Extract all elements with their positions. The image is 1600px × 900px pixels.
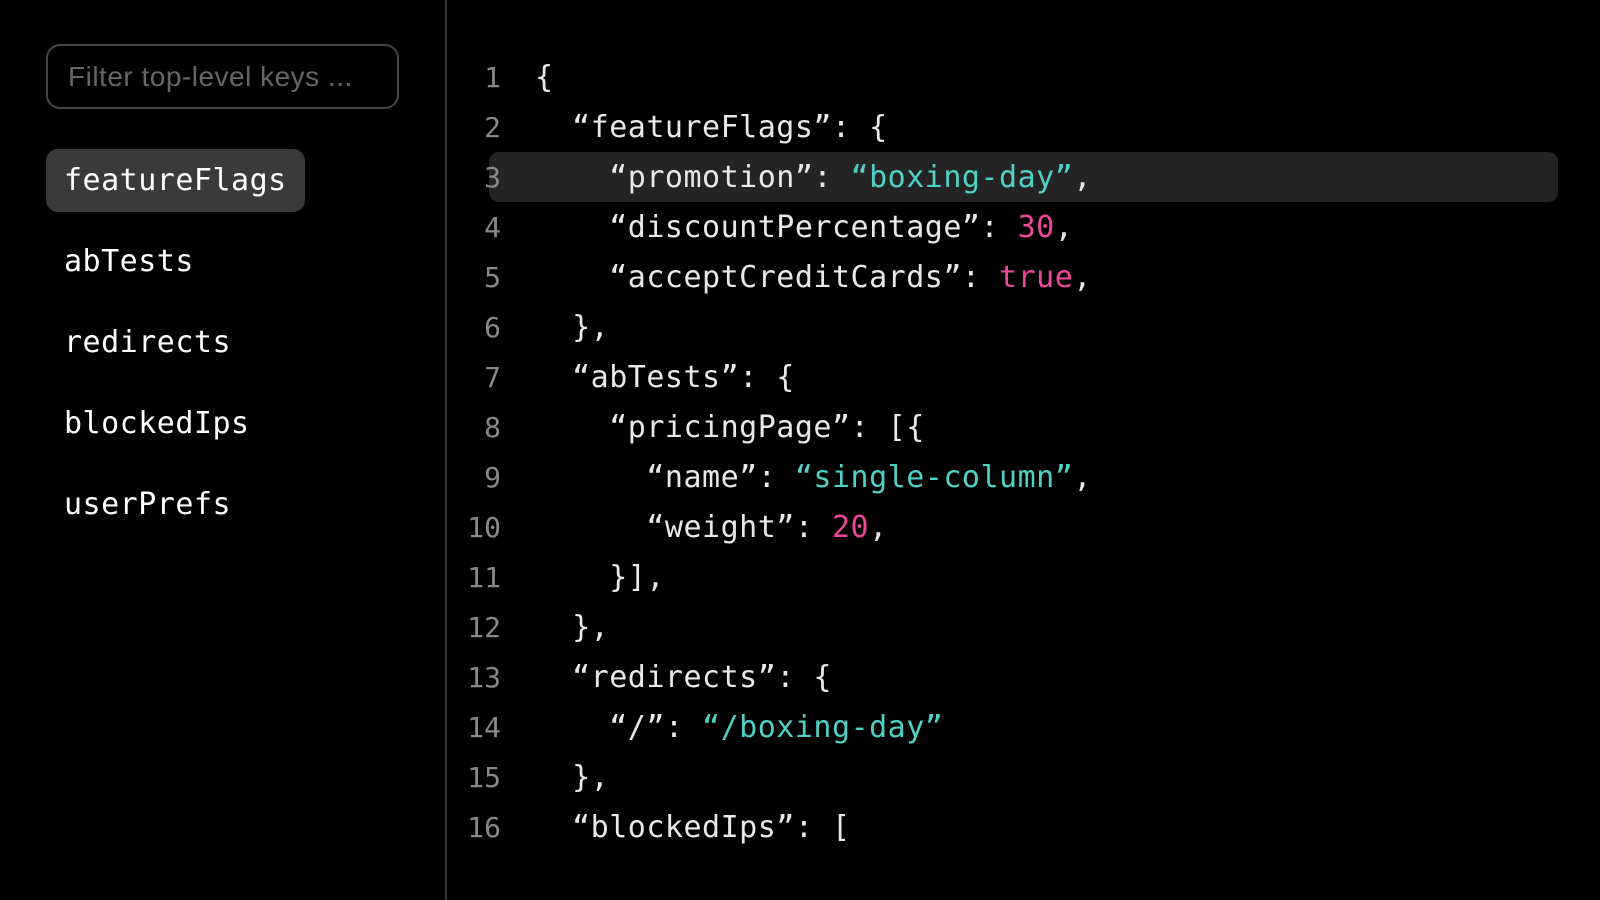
code-content: “acceptCreditCards”: true, [535, 260, 1092, 295]
line-number: 16 [447, 811, 535, 844]
line-number: 3 [447, 161, 535, 194]
code-line[interactable]: 13 “redirects”: { [447, 652, 1600, 702]
code-content: “redirects”: { [535, 660, 832, 695]
line-number: 4 [447, 211, 535, 244]
sidebar-item-redirects[interactable]: redirects [46, 311, 249, 374]
filter-input[interactable] [46, 44, 399, 109]
code-line[interactable]: 1{ [447, 52, 1600, 102]
line-number: 11 [447, 561, 535, 594]
sidebar-item-abTests[interactable]: abTests [46, 230, 212, 293]
code-line[interactable]: 8 “pricingPage”: [{ [447, 402, 1600, 452]
code-content: }, [535, 610, 609, 645]
line-number: 8 [447, 411, 535, 444]
code-editor[interactable]: 1{2 “featureFlags”: {3 “promotion”: “box… [447, 0, 1600, 900]
code-content: “name”: “single-column”, [535, 460, 1092, 495]
line-number: 13 [447, 661, 535, 694]
line-number: 7 [447, 361, 535, 394]
code-content: “abTests”: { [535, 360, 795, 395]
sidebar-item-featureFlags[interactable]: featureFlags [46, 149, 305, 212]
code-line[interactable]: 9 “name”: “single-column”, [447, 452, 1600, 502]
code-line[interactable]: 6 }, [447, 302, 1600, 352]
code-content: “discountPercentage”: 30, [535, 210, 1073, 245]
code-content: { [535, 60, 554, 95]
code-line[interactable]: 16 “blockedIps”: [ [447, 802, 1600, 852]
line-number: 12 [447, 611, 535, 644]
code-line[interactable]: 5 “acceptCreditCards”: true, [447, 252, 1600, 302]
line-number: 6 [447, 311, 535, 344]
code-content: “weight”: 20, [535, 510, 888, 545]
line-number: 15 [447, 761, 535, 794]
code-line[interactable]: 2 “featureFlags”: { [447, 102, 1600, 152]
code-content: }, [535, 760, 609, 795]
code-line[interactable]: 3 “promotion”: “boxing-day”, [447, 152, 1600, 202]
line-number: 5 [447, 261, 535, 294]
sidebar-item-userPrefs[interactable]: userPrefs [46, 473, 249, 536]
code-line[interactable]: 15 }, [447, 752, 1600, 802]
line-number: 2 [447, 111, 535, 144]
line-number: 10 [447, 511, 535, 544]
code-line[interactable]: 14 “/”: “/boxing-day” [447, 702, 1600, 752]
code-content: “blockedIps”: [ [535, 810, 851, 845]
app-root: featureFlags abTests redirects blockedIps us… [0, 0, 1600, 900]
code-line[interactable]: 10 “weight”: 20, [447, 502, 1600, 552]
sidebar: featureFlags abTests redirects blockedIps us… [0, 0, 447, 900]
code-content: “featureFlags”: { [535, 110, 888, 145]
line-number: 9 [447, 461, 535, 494]
code-content: “promotion”: “boxing-day”, [535, 160, 1092, 195]
sidebar-item-blockedIps[interactable]: blockedIps [46, 392, 268, 455]
sidebar-nav: featureFlags abTests redirects blockedIps us… [46, 149, 399, 536]
code-line[interactable]: 11 }], [447, 552, 1600, 602]
code-content: “/”: “/boxing-day” [535, 710, 943, 745]
code-line[interactable]: 12 }, [447, 602, 1600, 652]
code-content: }], [535, 560, 665, 595]
code-content: }, [535, 310, 609, 345]
code-line[interactable]: 7 “abTests”: { [447, 352, 1600, 402]
code-line[interactable]: 4 “discountPercentage”: 30, [447, 202, 1600, 252]
line-number: 1 [447, 61, 535, 94]
line-number: 14 [447, 711, 535, 744]
code-content: “pricingPage”: [{ [535, 410, 925, 445]
